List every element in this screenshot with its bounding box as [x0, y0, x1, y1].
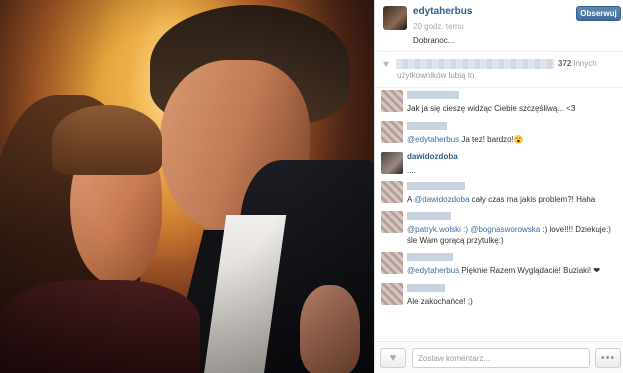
comment-text: @edytaherbus Pięknie Razem Wyglądacie! B… [407, 265, 619, 276]
commenter-username-blurred[interactable] [407, 182, 465, 190]
comment-body: Ja tez! bardzo!😮 [459, 135, 524, 144]
post-photo [0, 0, 374, 373]
heart-icon: ♥ [389, 352, 397, 364]
follow-button[interactable]: Obserwuj [576, 6, 621, 21]
likes-section: ♥ 372 innych użytkowników lubią to. [375, 52, 623, 88]
commenter-username-blurred[interactable] [407, 253, 453, 261]
commenter-avatar[interactable] [381, 181, 403, 203]
comment-body: Pięknie Razem Wyglądacie! Buziaki! ❤ [459, 266, 601, 275]
commenter-avatar[interactable] [381, 152, 403, 174]
comment-body: cały czas ma jakis problem?! Haha [469, 195, 596, 204]
likers-list-blurred [396, 59, 554, 69]
comments-list[interactable]: Jak ja się cieszę widząc Ciebie szczęśli… [375, 88, 623, 341]
commenter-avatar[interactable] [381, 283, 403, 305]
comment-text: Jak ja się cieszę widząc Ciebie szczęśli… [407, 104, 576, 113]
commenter-username[interactable]: dawidozdoba [407, 152, 458, 161]
comment-footer: ♥ ••• [375, 341, 623, 373]
comment-mention[interactable]: @dawidozdoba [414, 195, 469, 204]
commenter-avatar[interactable] [381, 90, 403, 112]
commenter-avatar[interactable] [381, 121, 403, 143]
comment-text: A @dawidozdoba cały czas ma jakis proble… [407, 194, 619, 205]
comment-text: .... [407, 166, 416, 175]
likes-count[interactable]: 372 innych [558, 59, 597, 68]
like-button[interactable]: ♥ [380, 348, 406, 368]
post-caption: Dobranoc... [413, 36, 455, 45]
likes-count-suffix: innych [571, 59, 597, 68]
comment-input[interactable] [412, 348, 590, 368]
likes-tail: użytkowników lubią to. [397, 71, 477, 80]
commenter-avatar[interactable] [381, 252, 403, 274]
post-sidebar: edytaherbus 20 godz. temu Dobranoc... Ob… [374, 0, 623, 373]
post-timestamp[interactable]: 20 godz. temu [413, 22, 464, 31]
heart-icon: ♥ [383, 59, 389, 70]
likes-count-number: 372 [558, 59, 572, 68]
comment-text: @edytaherbus Ja tez! bardzo!😮 [407, 134, 619, 145]
commenter-username-blurred[interactable] [407, 212, 451, 220]
commenter-username-blurred[interactable] [407, 284, 445, 292]
comment-text: Ale zakochańce! ;) [407, 297, 473, 306]
commenter-avatar[interactable] [381, 211, 403, 233]
comment-mention[interactable]: @patryk.wolski :) @bognasworowska [407, 225, 540, 234]
post-header: edytaherbus 20 godz. temu Dobranoc... Ob… [375, 0, 623, 52]
author-avatar[interactable] [383, 6, 407, 30]
author-username[interactable]: edytaherbus [413, 6, 472, 17]
commenter-username-blurred[interactable] [407, 91, 459, 99]
comment-text: @patryk.wolski :) @bognasworowska :) lov… [407, 224, 619, 246]
more-options-button[interactable]: ••• [595, 348, 621, 368]
comment-mention[interactable]: @edytaherbus [407, 266, 459, 275]
comment-mention[interactable]: @edytaherbus [407, 135, 459, 144]
commenter-username-blurred[interactable] [407, 122, 447, 130]
